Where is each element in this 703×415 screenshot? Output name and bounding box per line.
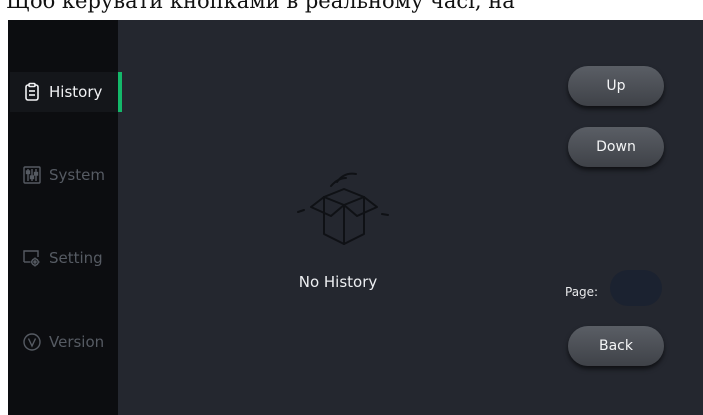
sidebar-item-history[interactable]: History [10, 72, 122, 112]
empty-state-text: No History [298, 273, 378, 291]
empty-box-icon [284, 162, 404, 266]
sidebar-item-label: System [49, 166, 105, 184]
sidebar-item-setting[interactable]: Setting [10, 238, 118, 278]
sliders-icon [22, 165, 42, 185]
sidebar-item-label: Version [49, 333, 105, 351]
page-label: Page: [565, 285, 599, 299]
clipboard-icon [22, 82, 42, 102]
caption-text: Щоб керувати кнопками в реальному часі, … [0, 0, 703, 20]
page-input[interactable] [610, 270, 662, 306]
device-screen: History System Setting Version No Histor… [8, 20, 703, 415]
up-button[interactable]: Up [568, 66, 664, 106]
active-indicator [118, 72, 122, 112]
sidebar-item-version[interactable]: Version [10, 322, 118, 362]
settings-icon [22, 248, 42, 268]
down-button[interactable]: Down [568, 127, 664, 167]
back-button[interactable]: Back [568, 326, 664, 366]
sidebar-item-label: History [49, 83, 103, 101]
sidebar-item-label: Setting [49, 249, 103, 267]
sidebar-item-system[interactable]: System [10, 155, 118, 195]
version-icon [22, 332, 42, 352]
sidebar: History System Setting Version [8, 20, 122, 415]
